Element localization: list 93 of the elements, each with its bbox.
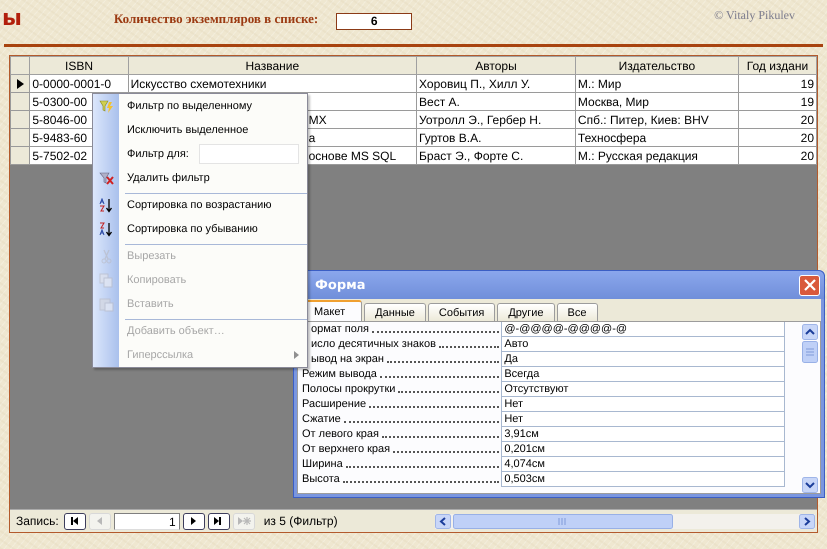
row-selector[interactable] [10,74,30,92]
property-label: От левого края [302,427,379,442]
table-cell: Браст Э., Форте С. [419,148,524,162]
window-title: Форма [315,278,366,292]
scroll-thumb-icon [802,341,818,363]
table-cell: 5-8046-00 [32,112,88,126]
table-cell: основе MS SQL [308,148,396,162]
tab[interactable]: Другие [497,303,555,321]
table-cell: М.: Русская редакция [578,148,698,162]
table-cell: 5-7502-02 [32,148,88,162]
copy-icon [98,272,114,288]
property-value[interactable]: 4,074см [501,457,785,472]
menu-item[interactable]: Исключить выделенное [127,124,248,136]
close-icon [802,278,816,292]
count-field: 6 [336,12,412,30]
page-title: ы [2,6,22,30]
table-cell: МХ [308,112,327,126]
menu-item[interactable]: Удалить фильтр [127,172,210,184]
menu-item[interactable]: Сортировка по возрастанию [127,199,272,211]
property-value[interactable]: 0,503см [501,472,785,487]
column-header[interactable]: Год издани [738,56,816,74]
copyright-text: © Vitaly Pikulev [714,8,795,22]
table-cell: 20 [800,112,814,126]
table-cell: 20 [800,130,814,144]
column-header[interactable]: Авторы [416,56,576,74]
horizontal-scrollbar[interactable] [435,514,815,528]
property-label: Высота [302,472,340,487]
menu-item[interactable]: Сортировка по убыванию [127,223,258,235]
table-cell: Техносфера [578,130,646,144]
property-value[interactable]: Нет [501,412,785,427]
record-number-field[interactable]: 1 [114,512,180,530]
property-label: Ширина [302,457,343,472]
table-cell: 0-0000-0001-0 [32,76,112,90]
tab[interactable]: Все [556,303,598,321]
property-value[interactable]: 0,201см [501,442,785,457]
scroll-thumb-icon [453,514,673,528]
property-value[interactable]: Нет [501,397,785,412]
remove-filter-icon [98,170,114,186]
property-label: От верхнего края [302,442,390,457]
property-label: Сжатие [302,412,341,427]
record-count: из 5 (Фильтр) [264,514,338,528]
property-label: ормат поля [311,322,369,337]
property-value[interactable]: Авто [501,337,785,352]
table-cell: 19 [800,94,814,108]
next-record-button[interactable] [182,512,205,530]
property-label: Расширение [302,397,366,412]
table-cell: М.: Мир [578,76,622,90]
column-header[interactable]: Название [128,56,417,74]
scissors-icon [98,248,114,264]
table-cell: 5-9483-60 [32,130,88,144]
new-record-icon [236,514,252,528]
property-label: Режим вывода [302,367,377,382]
table-cell: 5-0300-00 [32,94,88,108]
property-value[interactable]: Всегда [501,367,785,382]
table-cell: Москва, Мир [578,94,649,108]
menu-label: Фильтр для: [127,148,189,160]
last-record-button[interactable] [208,512,230,530]
property-label: Полосы прокрутки [302,382,396,397]
scroll-down-icon [802,477,818,493]
record-label: Запись: [16,514,59,528]
table-cell: Гуртов В.А. [419,130,482,144]
property-label: ывод на экран [311,352,384,367]
scroll-left-icon [435,514,451,528]
tab[interactable]: События [428,303,496,321]
table-cell: 20 [800,148,814,162]
table-cell: Искусство схемотехники [130,76,266,90]
column-header [10,56,30,74]
property-value[interactable]: Да [501,352,785,367]
scroll-up-icon [802,324,818,340]
property-value[interactable]: @-@@@@-@@@@-@ [501,322,785,337]
scroll-right-icon [799,514,815,528]
sort-ascending-icon [98,198,114,212]
table-cell: 19 [800,76,814,90]
column-header[interactable]: ISBN [30,56,128,74]
sort-descending-icon [98,222,114,236]
column-header[interactable]: Издательство [575,56,738,74]
table-cell: Спб.: Питер, Киев: BHV [578,112,709,126]
tab[interactable]: Данные [364,303,426,321]
table-cell: Уотролл Э., Гербер Н. [419,112,542,126]
count-label: Количество экземпляров в списке: [114,11,318,27]
first-record-button[interactable] [64,512,86,530]
table-cell: Хоровиц П., Хилл У. [419,76,530,90]
paste-icon [98,296,114,312]
record-pointer-icon [16,78,24,88]
close-button[interactable] [799,274,820,296]
table-cell: а [308,130,316,144]
table-cell: Вест А. [419,94,460,108]
property-label: исло десятичных знаков [311,337,436,352]
property-value[interactable]: 3,91см [501,427,785,442]
property-value[interactable]: Отсутствуют [501,382,785,397]
submenu-arrow-icon [294,351,299,359]
filter-lightning-icon [98,98,114,114]
filter-input[interactable] [198,144,299,164]
